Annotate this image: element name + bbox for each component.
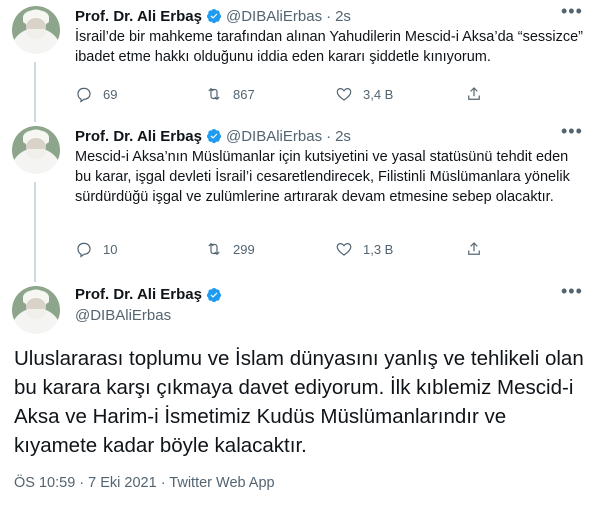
reply-count: 10 xyxy=(103,241,118,257)
reply-button[interactable]: 10 xyxy=(75,240,205,258)
share-icon xyxy=(468,242,480,255)
tweet-text: İsrail’de bir mahkeme tarafından alınan … xyxy=(75,29,584,65)
author-name-row[interactable]: Prof. Dr. Ali Erbaş xyxy=(75,286,222,303)
retweet-icon xyxy=(208,242,220,256)
retweet-button[interactable]: 299 xyxy=(205,240,335,258)
share-icon xyxy=(468,87,480,100)
author-handle[interactable]: @DIBAliErbas xyxy=(75,307,222,324)
retweet-icon xyxy=(208,87,220,101)
tweet[interactable]: Prof. Dr. Ali Erbaş @DIBAliErbas · 2s ••… xyxy=(0,122,597,271)
tweet-header: Prof. Dr. Ali Erbaş @DIBAliErbas · 2s xyxy=(75,126,351,146)
verified-badge-icon xyxy=(206,287,221,302)
reply-button[interactable]: 69 xyxy=(75,85,205,103)
timestamp[interactable]: 2s xyxy=(335,128,351,145)
tweet-actions: 10 299 1,3 B xyxy=(75,239,515,259)
author-name[interactable]: Prof. Dr. Ali Erbaş xyxy=(75,286,202,303)
main-tweet: Prof. Dr. Ali Erbaş @DIBAliErbas ••• Ulu… xyxy=(0,282,597,506)
like-count: 1,3 B xyxy=(363,241,394,257)
author-name[interactable]: Prof. Dr. Ali Erbaş xyxy=(75,8,202,25)
separator: · xyxy=(326,7,332,25)
author-handle[interactable]: @DIBAliErbas xyxy=(226,8,322,25)
author-handle[interactable]: @DIBAliErbas xyxy=(226,128,322,145)
more-icon[interactable]: ••• xyxy=(561,282,582,306)
separator: · xyxy=(326,127,332,145)
like-button[interactable]: 3,4 B xyxy=(335,85,465,103)
avatar[interactable] xyxy=(12,126,60,174)
retweet-count: 867 xyxy=(233,86,255,102)
tweet-actions: 69 867 3,4 B xyxy=(75,84,515,104)
more-icon[interactable]: ••• xyxy=(561,2,582,26)
avatar[interactable] xyxy=(12,6,60,54)
verified-badge-icon xyxy=(206,129,221,144)
tweet[interactable]: Prof. Dr. Ali Erbaş @DIBAliErbas · 2s ••… xyxy=(0,2,597,116)
share-button[interactable] xyxy=(465,85,483,103)
author-block: Prof. Dr. Ali Erbaş @DIBAliErbas xyxy=(75,286,222,324)
tweet-header: Prof. Dr. Ali Erbaş @DIBAliErbas · 2s xyxy=(75,6,351,26)
timestamp[interactable]: 2s xyxy=(335,8,351,25)
reply-count: 69 xyxy=(103,86,118,102)
tweet-meta[interactable]: ÖS 10:59 · 7 Eki 2021 · Twitter Web App xyxy=(14,475,275,491)
tweet-text: Mescid-i Aksa’nın Müslümanlar için kutsi… xyxy=(75,149,570,205)
author-name[interactable]: Prof. Dr. Ali Erbaş xyxy=(75,128,202,145)
verified-badge-icon xyxy=(206,9,221,24)
more-icon[interactable]: ••• xyxy=(561,122,582,146)
like-button[interactable]: 1,3 B xyxy=(335,240,465,258)
avatar[interactable] xyxy=(12,286,60,334)
like-icon xyxy=(336,242,352,256)
reply-icon xyxy=(77,242,91,258)
retweet-button[interactable]: 867 xyxy=(205,85,335,103)
retweet-count: 299 xyxy=(233,241,255,257)
share-button[interactable] xyxy=(465,240,483,258)
like-count: 3,4 B xyxy=(363,86,394,102)
tweet-text: Uluslararası toplumu ve İslam dünyasını … xyxy=(14,347,584,457)
like-icon xyxy=(336,87,352,101)
reply-icon xyxy=(77,87,91,103)
